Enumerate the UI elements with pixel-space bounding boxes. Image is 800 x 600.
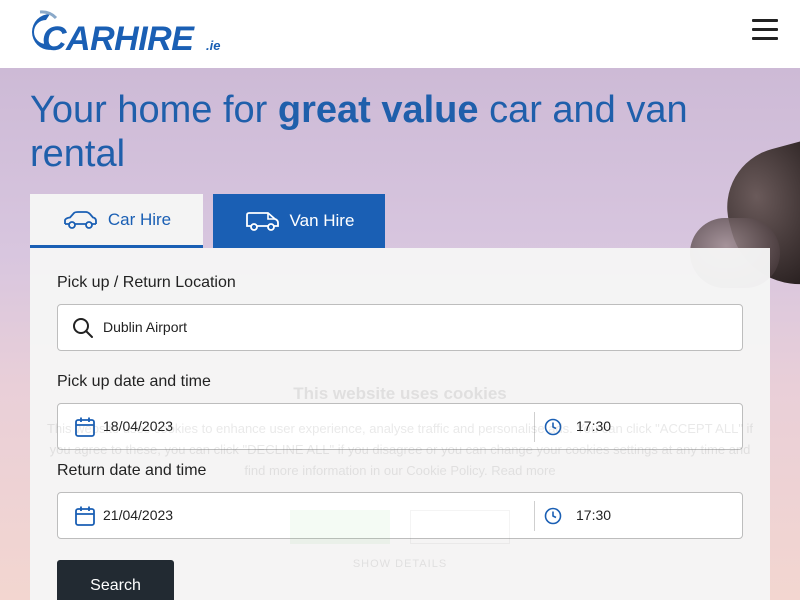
tab-van-hire-label: Van Hire	[289, 211, 355, 230]
return-time-input[interactable]: 17:30	[576, 507, 611, 523]
tab-car-hire[interactable]: Car Hire	[30, 194, 203, 248]
location-label: Pick up / Return Location	[57, 274, 236, 291]
tab-car-hire-label: Car Hire	[107, 209, 172, 229]
logo-text: CARHIRE	[42, 20, 194, 58]
car-icon	[63, 210, 97, 229]
carhire-logo[interactable]: CARHIRE .ie	[20, 8, 230, 58]
search-icon	[73, 318, 93, 338]
search-button[interactable]: Search	[57, 560, 174, 600]
search-form-panel: Pick up / Return Location Dublin Airport…	[30, 248, 770, 600]
return-datetime-field: 21/04/2023 17:30	[57, 492, 743, 539]
pickup-label: Pick up date and time	[57, 373, 211, 390]
tab-van-hire[interactable]: Van Hire	[213, 194, 385, 248]
pickup-datetime-field: 18/04/2023 17:30	[57, 403, 743, 450]
clock-icon	[544, 507, 562, 525]
hamburger-menu-icon[interactable]	[752, 19, 778, 43]
pickup-time-input[interactable]: 17:30	[576, 418, 611, 434]
calendar-icon	[75, 417, 95, 437]
return-label: Return date and time	[57, 462, 207, 479]
location-value: Dublin Airport	[103, 319, 188, 335]
logo-tld: .ie	[206, 38, 221, 53]
return-date-input[interactable]: 21/04/2023	[103, 507, 173, 523]
location-input[interactable]: Dublin Airport	[57, 304, 743, 351]
field-divider	[534, 412, 535, 442]
calendar-icon	[75, 506, 95, 526]
field-divider	[534, 501, 535, 531]
page-headline: Your home for great value car and van re…	[30, 89, 688, 175]
pickup-date-input[interactable]: 18/04/2023	[103, 418, 173, 434]
site-header: CARHIRE .ie	[0, 0, 800, 68]
clock-icon	[544, 418, 562, 436]
van-icon	[245, 212, 279, 231]
